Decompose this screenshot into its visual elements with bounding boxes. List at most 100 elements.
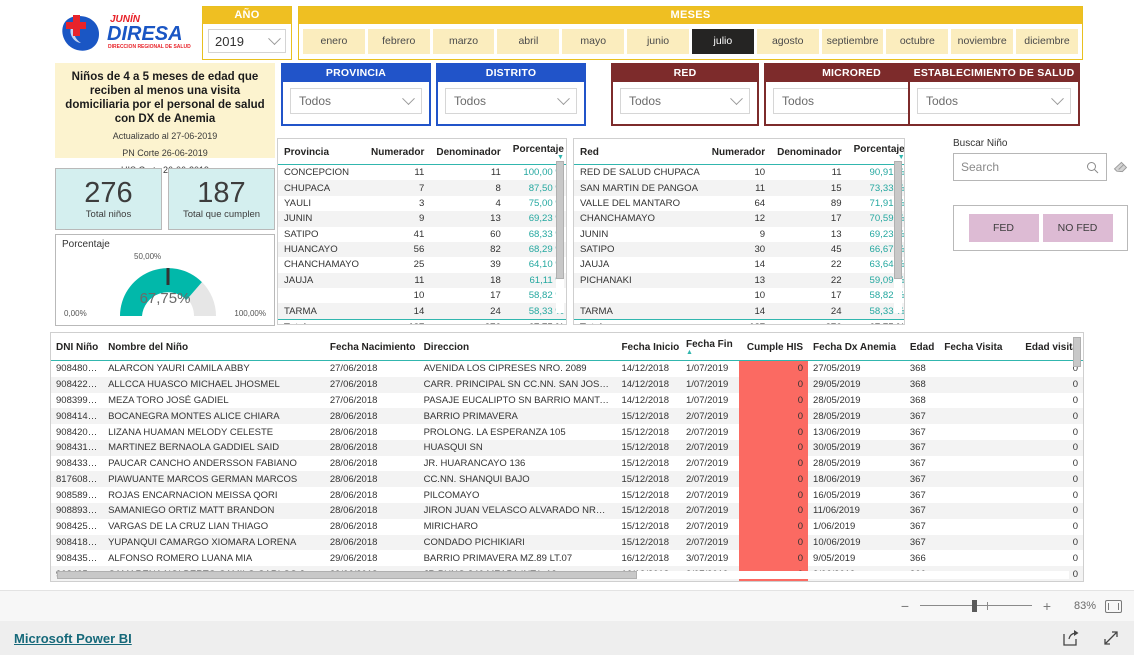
col-cumple-his[interactable]: Cumple HIS	[739, 333, 809, 361]
slicer-microred-dropdown[interactable]: Todos	[773, 88, 930, 114]
table-row[interactable]: SATIPO 41 60 68,33 %	[278, 227, 566, 242]
search-input[interactable]: Search	[953, 153, 1107, 181]
fullscreen-icon[interactable]	[1102, 629, 1120, 647]
table-row[interactable]: JAUJA 14 22 63,64 %	[574, 257, 904, 272]
anio-dropdown[interactable]: 2019	[208, 29, 286, 53]
table-row[interactable]: RED DE SALUD CHUPACA 10 11 90,91 %	[574, 165, 904, 181]
detail-table-vscrollbar[interactable]	[1073, 337, 1081, 575]
table-row[interactable]: 90839990 MEZA TORO JOSÉ GADIEL 27/06/2018 P…	[51, 392, 1083, 409]
slicer-red-dropdown[interactable]: Todos	[620, 88, 750, 114]
power-bi-link[interactable]: Microsoft Power BI	[14, 631, 132, 646]
provincia-table-scrollbar[interactable]	[556, 161, 564, 313]
month-noviembre[interactable]: noviembre	[951, 29, 1014, 54]
cell-ffin: 2/07/2019	[686, 442, 729, 454]
cell-cumple-his: 0	[739, 439, 809, 456]
table-row[interactable]: 90843317 PAUCAR CANCHO ANDERSSON FABIANO 2…	[51, 455, 1083, 472]
table-row[interactable]: 90843191 MARTINEZ BERNAOLA GADDIEL SAID 28…	[51, 439, 1083, 456]
slicer-provincia-dropdown[interactable]: Todos	[290, 88, 422, 114]
table-row[interactable]: JUNIN 9 13 69,23 %	[574, 227, 904, 242]
table-row[interactable]: 90858972 ROJAS ENCARNACION MEISSA QORI 28/…	[51, 487, 1083, 504]
table-row[interactable]: 90848016 ALARCON YAURI CAMILA ABBY 27/06/2…	[51, 360, 1083, 377]
col-denominador[interactable]: Denominador	[771, 139, 848, 165]
no-fed-button[interactable]: NO FED	[1042, 214, 1113, 242]
cell-provincia: YAULI	[284, 197, 312, 209]
table-row[interactable]: 90843568 ALFONSO ROMERO LUANA MIA 29/06/20…	[51, 550, 1083, 567]
table-row[interactable]: VALLE DEL MANTARO 64 89 71,91 %	[574, 196, 904, 211]
month-agosto[interactable]: agosto	[756, 29, 819, 54]
month-diciembre[interactable]: diciembre	[1016, 29, 1078, 54]
col-direccion[interactable]: Direccion	[418, 333, 617, 361]
table-row[interactable]: 90841857 YUPANQUI CAMARGO XIOMARA LORENA 2…	[51, 534, 1083, 551]
col-provincia[interactable]: Provincia	[278, 139, 365, 165]
col-edad[interactable]: Edad	[904, 333, 940, 361]
table-row[interactable]: JAUJA 11 18 61,11 %	[278, 272, 566, 288]
col-numerador[interactable]: Numerador	[364, 139, 431, 165]
table-row[interactable]: PICHANAKI 13 22 59,09 %	[574, 272, 904, 288]
month-octubre[interactable]: octubre	[886, 29, 949, 54]
chevron-down-icon	[557, 91, 570, 105]
detail-table-hscrollbar[interactable]	[57, 571, 1069, 579]
table-row[interactable]: 90842566 VARGAS DE LA CRUZ LIAN THIAGO 28/…	[51, 518, 1083, 535]
cell-edad-visita: 0	[1072, 458, 1078, 470]
table-row[interactable]: SAN MARTIN DE PANGOA 11 15 73,33 %	[574, 180, 904, 196]
fed-button[interactable]: FED	[968, 214, 1039, 242]
table-row[interactable]: YAULI 3 4 75,00 %	[278, 196, 566, 211]
table-row[interactable]: 90889367 SAMANIEGO ORTIZ MATT BRANDON 28/0…	[51, 503, 1083, 519]
cell-ffin: 1/07/2019	[686, 394, 729, 406]
col-nombre-nino[interactable]: Nombre del Niño	[103, 333, 325, 361]
slicer-establecimiento-dropdown[interactable]: Todos	[917, 88, 1071, 114]
month-febrero[interactable]: febrero	[367, 29, 430, 54]
col-denominador[interactable]: Denominador	[430, 139, 507, 165]
zoom-in-button[interactable]: +	[1041, 598, 1053, 614]
month-enero[interactable]: enero	[303, 29, 365, 54]
table-row[interactable]: 90841471 BOCANEGRA MONTES ALICE CHIARA 28/…	[51, 408, 1083, 425]
fit-to-page-icon[interactable]	[1105, 599, 1122, 613]
month-junio[interactable]: junio	[627, 29, 689, 54]
share-icon[interactable]	[1062, 629, 1080, 647]
table-row[interactable]: 90842228 ALLCCA HUASCO MICHAEL JHOSMEL 27/…	[51, 376, 1083, 393]
red-table-scrollbar[interactable]	[894, 161, 902, 313]
col-edad-visita[interactable]: Edad visita	[1005, 333, 1083, 361]
cell-finicio: 15/12/2018	[621, 458, 669, 470]
col-red[interactable]: Red	[574, 139, 706, 165]
col-fecha-dx-anemia[interactable]: Fecha Dx Anemia	[808, 333, 905, 361]
col-numerador[interactable]: Numerador	[705, 139, 772, 165]
table-row[interactable]: CHUPACA 7 8 87,50 %	[278, 180, 566, 196]
col-fecha-nacimiento[interactable]: Fecha Nacimiento	[324, 333, 419, 361]
col-fecha-visita[interactable]: Fecha Visita	[939, 333, 1006, 361]
table-row[interactable]: HUANCAYO 56 82 68,29 %	[278, 241, 566, 258]
col-fecha-fin[interactable]: Fecha Fin ▲	[681, 333, 740, 361]
col-fecha-inicio[interactable]: Fecha Inicio	[616, 333, 681, 361]
table-row[interactable]: 81760859 PIAWUANTE MARCOS GERMAN MARCOS 28…	[51, 471, 1083, 488]
red-summary-table[interactable]: Red Numerador Denominador Porcentaje ▼ RE…	[573, 138, 905, 325]
table-row[interactable]: TARMA 14 24 58,33 %	[574, 303, 904, 320]
table-row[interactable]: SATIPO 30 45 66,67 %	[574, 241, 904, 258]
month-marzo[interactable]: marzo	[432, 29, 495, 54]
detail-table[interactable]: DNI Niño Nombre del Niño Fecha Nacimient…	[50, 332, 1084, 582]
eraser-icon[interactable]	[1113, 161, 1128, 173]
cell-fdx: 29/05/2019	[813, 379, 861, 391]
month-septiembre[interactable]: septiembre	[821, 29, 884, 54]
table-row[interactable]: CHANCHAMAYO 25 39 64,10 %	[278, 257, 566, 272]
table-row[interactable]: JUNIN 9 13 69,23 %	[278, 211, 566, 227]
table-row[interactable]: TARMA 14 24 58,33 %	[278, 303, 566, 320]
cell-cumple-his: 0	[739, 487, 809, 504]
table-row[interactable]: CONCEPCION 11 11 100,00 %	[278, 165, 566, 181]
month-mayo[interactable]: mayo	[562, 29, 625, 54]
month-julio[interactable]: julio	[691, 29, 754, 54]
table-row[interactable]: CHANCHAMAYO 12 17 70,59 %	[574, 211, 904, 227]
slicer-distrito-dropdown[interactable]: Todos	[445, 88, 577, 114]
table-row[interactable]: 10 17 58,82 %	[278, 288, 566, 303]
cell-cumple-his: 0	[739, 408, 809, 425]
table-row[interactable]: 10 17 58,82 %	[574, 288, 904, 303]
table-row[interactable]: 90842005 LIZANA HUAMAN MELODY CELESTE 28/0…	[51, 424, 1083, 440]
zoom-slider[interactable]	[920, 600, 1032, 612]
slicer-microred-value: Todos	[782, 94, 815, 108]
month-abril[interactable]: abril	[497, 29, 560, 54]
cell-fdx: 13/06/2019	[813, 426, 861, 438]
zoom-toolbar: − + 83%	[0, 590, 1134, 621]
zoom-out-button[interactable]: −	[899, 598, 911, 614]
col-dni-nino[interactable]: DNI Niño	[51, 333, 104, 361]
zoom-slider-thumb[interactable]	[972, 600, 977, 612]
provincia-summary-table[interactable]: Provincia Numerador Denominador Porcenta…	[277, 138, 567, 325]
